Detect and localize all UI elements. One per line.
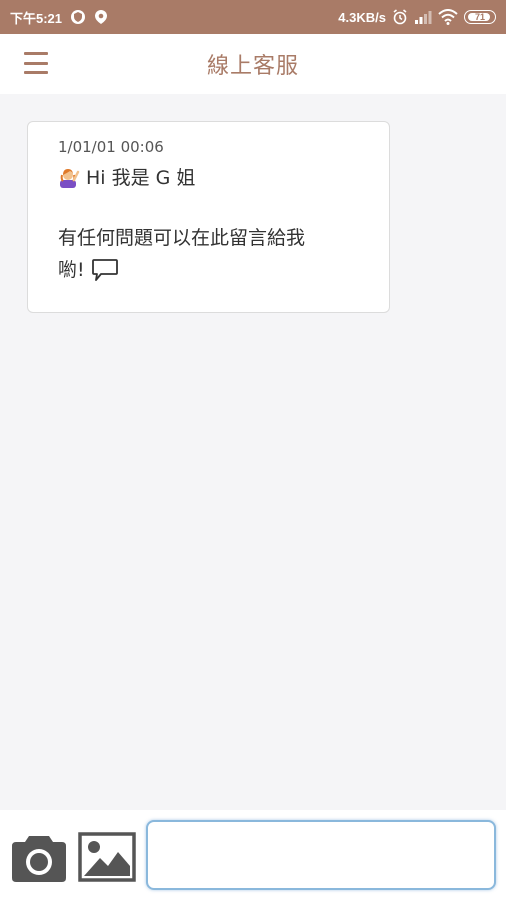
- chat-area[interactable]: 1/01/01 00:06 Hi 我是 G 姐 有任何問題可以在此留言給我 喲!: [0, 94, 506, 810]
- battery-level: 71: [474, 12, 485, 22]
- message-greeting-line: Hi 我是 G 姐: [58, 162, 369, 194]
- page-title: 線上客服: [206, 54, 299, 79]
- camera-icon[interactable]: [10, 830, 68, 884]
- battery-icon: 71: [464, 10, 496, 24]
- status-bar: 下午5:21 4.3KB/s 71: [0, 0, 506, 34]
- message-text-line2: 喲!: [58, 259, 85, 281]
- image-icon[interactable]: [78, 830, 136, 884]
- hamburger-menu-icon[interactable]: [24, 52, 48, 74]
- message-text-line1: 有任何問題可以在此留言給我: [58, 227, 306, 249]
- app-header: 線上客服: [0, 34, 506, 94]
- notification-shield-icon: [70, 9, 86, 25]
- message-bubble: 1/01/01 00:06 Hi 我是 G 姐 有任何問題可以在此留言給我 喲!: [27, 121, 390, 313]
- message-text-line2-wrap: 喲!: [58, 254, 369, 292]
- input-bar: [0, 810, 506, 900]
- network-speed: 4.3KB/s: [338, 9, 386, 25]
- location-pin-icon: [94, 9, 108, 25]
- message-input[interactable]: [146, 820, 496, 890]
- alarm-clock-icon: [392, 9, 408, 25]
- signal-bars-icon: [414, 10, 432, 24]
- message-greeting: Hi 我是 G 姐: [86, 167, 196, 189]
- message-timestamp: 1/01/01 00:06: [58, 138, 164, 156]
- wifi-icon: [438, 9, 458, 25]
- speech-bubble-icon: [91, 258, 119, 292]
- status-time: 下午5:21: [10, 10, 63, 26]
- woman-raising-hand-icon: [58, 166, 80, 188]
